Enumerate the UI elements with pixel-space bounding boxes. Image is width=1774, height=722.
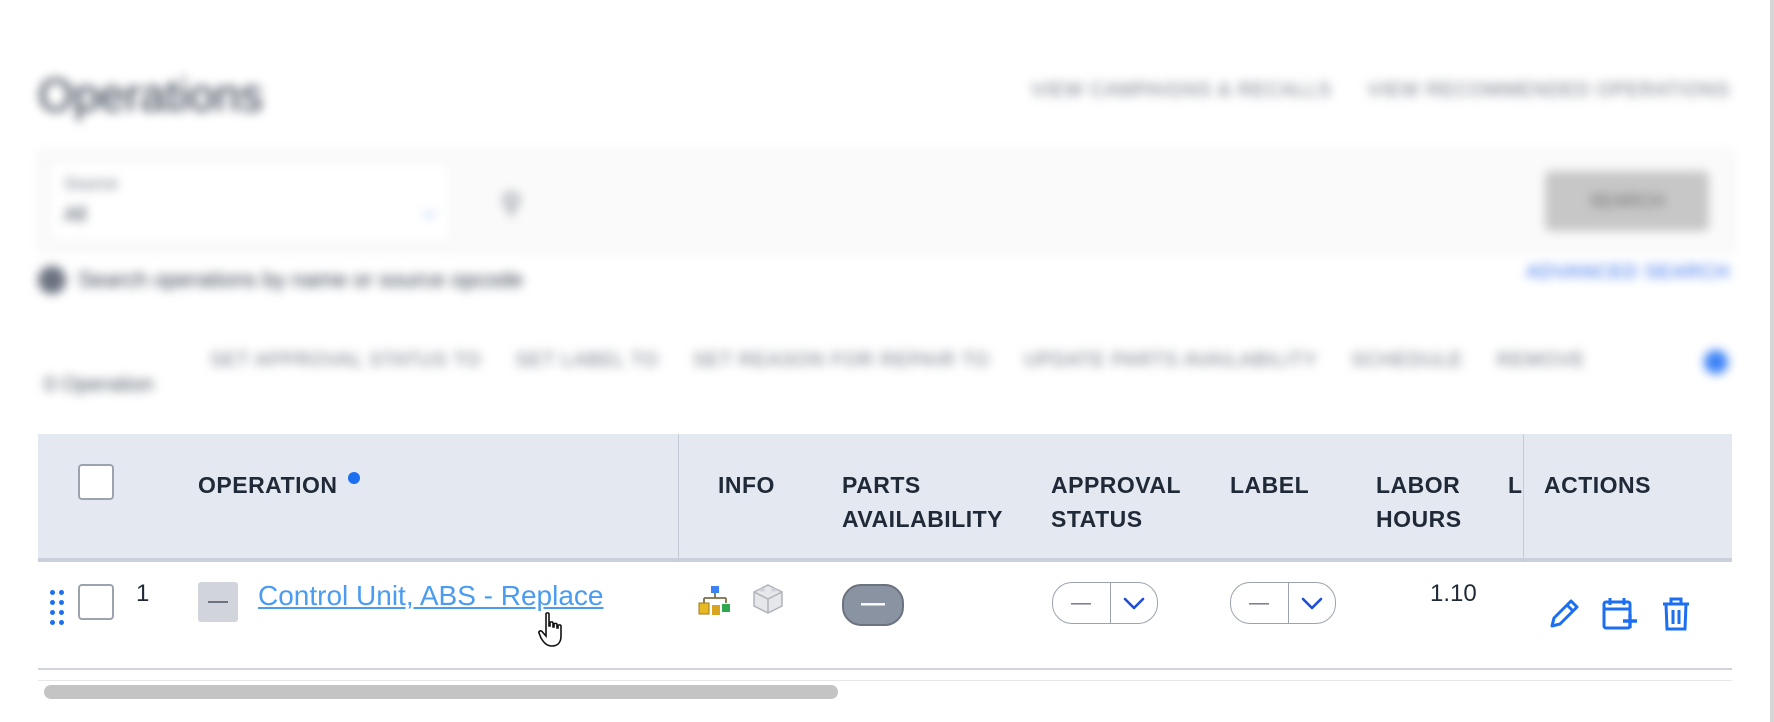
chevron-down-icon: ⌵ — [422, 202, 436, 222]
search-bar: Source All ⌵ ⚲ SEARCH — [38, 150, 1734, 252]
source-value: All — [64, 204, 87, 226]
table-header: OPERATION INFO PARTS AVAILABILITY APPROV… — [38, 434, 1732, 562]
column-header-operation-label: OPERATION — [198, 472, 338, 498]
search-hint: Search operations by name or source opco… — [38, 266, 523, 294]
label-value: — — [1249, 592, 1269, 614]
approval-status-dropdown[interactable]: — — [1052, 582, 1158, 624]
chevron-down-icon[interactable] — [1111, 583, 1157, 623]
bulk-actions: SET APPROVAL STATUS TO SET LABEL TO SET … — [210, 350, 1650, 372]
horizontal-scrollbar[interactable] — [38, 680, 1732, 699]
calendar-plus-icon[interactable] — [1600, 594, 1640, 634]
trash-icon[interactable] — [1656, 594, 1696, 634]
set-reason-action[interactable]: SET REASON FOR REPAIR TO — [693, 350, 990, 372]
labor-hours-value: 1.10 — [1430, 580, 1477, 607]
network-tree-icon[interactable] — [698, 584, 734, 620]
chevron-down-icon[interactable] — [1289, 583, 1335, 623]
part-block-icon[interactable] — [750, 580, 786, 616]
select-all-checkbox[interactable] — [78, 464, 114, 500]
update-parts-action[interactable]: UPDATE PARTS AVAILABILITY — [1024, 350, 1318, 372]
required-dot-icon — [347, 472, 360, 484]
window-edge — [1770, 0, 1774, 722]
pencil-icon[interactable] — [1544, 594, 1584, 634]
table-row[interactable]: 1 Control Unit, ABS - Replace — — — 1.10 — [38, 562, 1732, 670]
selected-count: 0 Operation — [44, 373, 154, 396]
remove-action[interactable]: REMOVE — [1497, 350, 1585, 372]
page-title: Operations — [38, 69, 264, 121]
source-select[interactable]: Source All ⌵ — [49, 161, 451, 243]
set-label-action[interactable]: SET LABEL TO — [516, 350, 659, 372]
column-header-label: LABEL — [1230, 472, 1310, 498]
search-hint-text: Search operations by name or source opco… — [78, 267, 524, 292]
settings-icon[interactable] — [1704, 350, 1728, 374]
column-header-truncated: L — [1508, 472, 1523, 498]
column-header-parts-availability: PARTS AVAILABILITY — [842, 472, 1004, 532]
column-header-approval-status: APPROVAL STATUS — [1051, 472, 1182, 532]
advanced-search-link[interactable]: ADVANCED SEARCH — [1526, 262, 1730, 284]
top-links: VIEW CAMPAIGNS & RECALLS VIEW RECOMMENDE… — [1031, 80, 1730, 102]
operation-link[interactable]: Control Unit, ABS - Replace — [258, 580, 604, 612]
schedule-action[interactable]: SCHEDULE — [1352, 350, 1463, 372]
row-checkbox[interactable] — [78, 584, 114, 620]
approval-status-value: — — [1071, 592, 1091, 614]
view-recommended-link[interactable]: VIEW RECOMMENDED OPERATIONS — [1368, 80, 1730, 102]
column-header-info: INFO — [718, 472, 775, 498]
parts-availability-badge[interactable]: — — [842, 584, 904, 626]
column-header-actions: ACTIONS — [1544, 472, 1651, 498]
scrollbar-thumb[interactable] — [44, 685, 838, 699]
view-campaigns-link[interactable]: VIEW CAMPAIGNS & RECALLS — [1031, 80, 1331, 102]
drag-handle-icon[interactable] — [50, 590, 66, 625]
search-button[interactable]: SEARCH — [1545, 171, 1709, 231]
set-approval-status-action[interactable]: SET APPROVAL STATUS TO — [210, 350, 482, 372]
info-icon — [38, 266, 66, 294]
hand-cursor-icon — [538, 612, 562, 647]
column-header-labor-hours: LABOR HOURS — [1376, 472, 1462, 532]
search-icon: ⚲ — [501, 188, 522, 219]
row-number: 1 — [136, 580, 150, 607]
column-header-operation[interactable]: OPERATION — [198, 468, 360, 502]
collapse-row-button[interactable] — [198, 582, 238, 622]
source-label: Source — [64, 174, 118, 193]
operations-table: OPERATION INFO PARTS AVAILABILITY APPROV… — [38, 434, 1732, 699]
label-dropdown[interactable]: — — [1230, 582, 1336, 624]
